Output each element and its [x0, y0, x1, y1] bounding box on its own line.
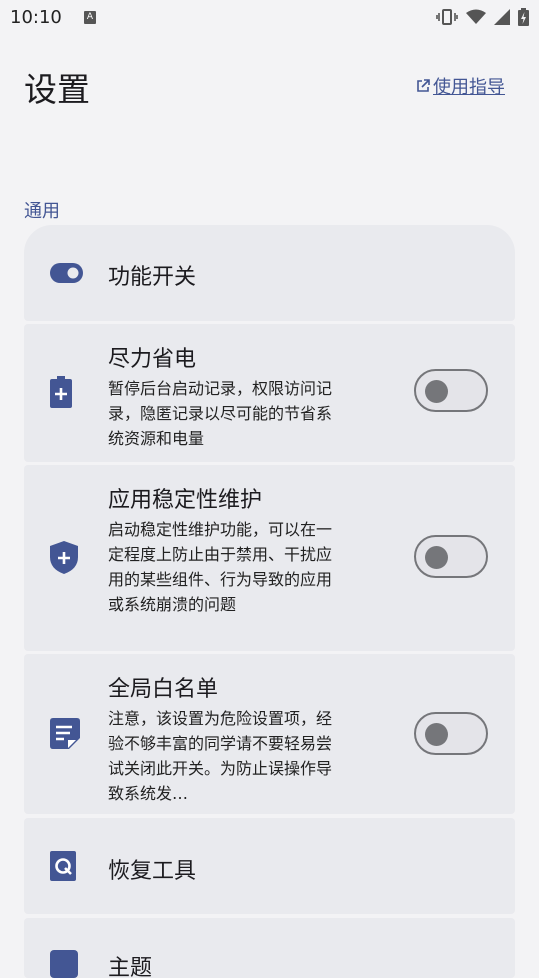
power-saving-title: 尽力省电	[108, 347, 197, 372]
vibrate-icon	[436, 9, 458, 25]
switch-knob	[425, 380, 448, 403]
switch-knob	[425, 546, 448, 569]
theme-title: 主题	[108, 956, 153, 978]
switch-knob	[425, 723, 448, 746]
guide-link-label: 使用指导	[433, 77, 505, 98]
power-saving-switch[interactable]	[414, 369, 488, 412]
app-stability-item[interactable]: 应用稳定性维护 启动稳定性维护功能，可以在一定程度上防止由于禁用、干扰应用的某些…	[24, 465, 515, 651]
wifi-icon	[466, 9, 486, 24]
page-title: 设置	[24, 70, 90, 109]
restore-tools-item[interactable]: 恢复工具	[24, 818, 515, 914]
section-title: 通用	[24, 201, 60, 222]
feature-switch-item[interactable]: 功能开关	[24, 225, 515, 321]
battery-icon	[518, 8, 529, 26]
status-time: 10:10	[10, 7, 62, 28]
app-stability-desc: 启动稳定性维护功能，可以在一定程度上防止由于禁用、干扰应用的某些组件、行为导致的…	[108, 520, 333, 614]
external-link-icon	[417, 79, 430, 92]
global-whitelist-item[interactable]: 全局白名单 注意，该设置为危险设置项，经验不够丰富的同学请不要轻易尝试关闭此开关…	[24, 654, 515, 814]
power-saving-desc: 暂停后台启动记录，权限访问记录，隐匿记录以尽可能的节省系统资源和电量	[108, 379, 333, 448]
restore-icon	[50, 851, 76, 881]
guide-link[interactable]: 使用指导	[416, 73, 505, 99]
global-whitelist-switch[interactable]	[414, 712, 488, 755]
restore-tools-title: 恢复工具	[108, 859, 197, 884]
global-whitelist-desc: 注意，该设置为危险设置项，经验不够丰富的同学请不要轻易尝试关闭此开关。为防止误操…	[108, 709, 333, 803]
document-icon	[50, 718, 80, 749]
feature-switch-title: 功能开关	[108, 265, 197, 290]
notification-a-icon: A	[84, 11, 96, 24]
power-saving-item[interactable]: 尽力省电 暂停后台启动记录，权限访问记录，隐匿记录以尽可能的节省系统资源和电量	[24, 324, 515, 462]
theme-item[interactable]: 主题	[24, 918, 515, 978]
app-stability-title: 应用稳定性维护	[108, 488, 263, 513]
status-bar: 10:10 A	[0, 0, 539, 36]
signal-icon	[494, 9, 510, 25]
battery-plus-icon	[50, 376, 72, 408]
theme-icon	[50, 950, 78, 978]
shield-plus-icon	[50, 541, 78, 574]
toggle-icon	[50, 263, 83, 283]
app-stability-switch[interactable]	[414, 535, 488, 578]
global-whitelist-title: 全局白名单	[108, 677, 219, 702]
status-icons	[436, 8, 529, 26]
